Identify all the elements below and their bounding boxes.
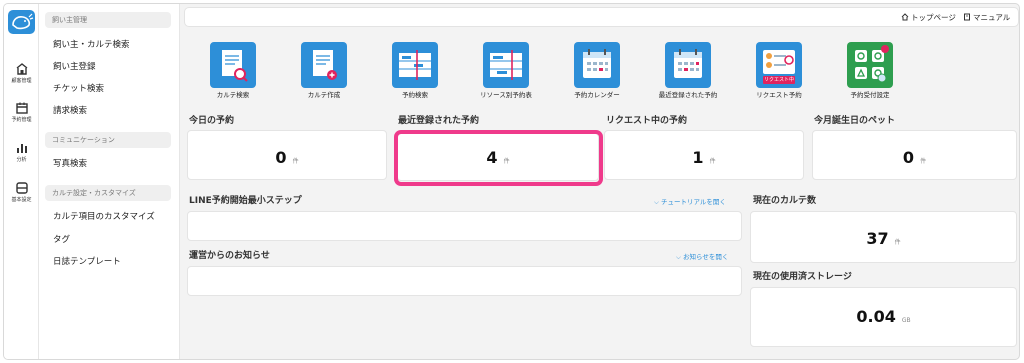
rail-label: 分析	[16, 157, 27, 163]
menu-photo-search[interactable]: 写真検索	[53, 159, 87, 169]
menu-invoice-search[interactable]: 請求検索	[53, 106, 87, 116]
requesting-reservations-title: リクエスト中の予約	[606, 116, 688, 126]
menu-karte-customize[interactable]: カルテ項目のカスタマイズ	[53, 212, 155, 222]
menu-owner-karte-search[interactable]: 飼い主・カルテ検索	[53, 40, 130, 50]
section-karte-settings: カルテ設定・カスタマイズ	[45, 185, 171, 201]
tile-label: 予約受付設定	[850, 91, 890, 99]
notice-panel	[187, 266, 742, 296]
stat-number: 0.04	[856, 307, 896, 326]
tile-resource-schedule[interactable]: リソース別予約表	[473, 42, 539, 99]
bar-chart-icon	[16, 144, 27, 153]
stat-value: 0.04 GB	[751, 307, 1016, 326]
tile-karte-create[interactable]: カルテ作成	[291, 42, 357, 99]
manual-link[interactable]: マニュアル	[963, 13, 1010, 23]
dog-house-icon	[16, 63, 27, 75]
karte-create-icon	[301, 42, 347, 88]
tile-label: 予約検索	[402, 91, 428, 99]
menu-journal-template[interactable]: 日誌テンプレート	[53, 257, 121, 267]
book-icon	[964, 13, 970, 21]
today-reservations-card[interactable]: 0件	[187, 130, 387, 180]
rail-item-customers[interactable]: 顧客管理	[4, 62, 39, 85]
open-notices-link[interactable]: ⌵ お知らせを開く	[676, 253, 728, 261]
stat-value: 37 件	[751, 229, 1016, 248]
tile-label: 予約カレンダー	[574, 91, 620, 99]
rail-label: 顧客管理	[11, 78, 32, 84]
stat-value: 0件	[188, 148, 386, 167]
karte-count-card[interactable]: 37 件	[750, 211, 1017, 263]
notice-panel-title: 運営からのお知らせ	[189, 251, 270, 261]
tile-reservation-calendar[interactable]: 予約カレンダー	[564, 42, 630, 99]
open-notices-link-label: お知らせを開く	[683, 253, 729, 261]
stat-unit: 件	[894, 239, 901, 246]
menu-tags[interactable]: タグ	[53, 235, 70, 245]
birthday-pets-title: 今月誕生日のペット	[814, 116, 896, 126]
tile-label: カルテ作成	[307, 91, 341, 99]
today-reservations-title: 今日の予約	[189, 116, 235, 126]
stat-number: 0	[902, 148, 915, 167]
stat-unit: GB	[901, 317, 911, 324]
top-page-label: トップページ	[911, 13, 956, 22]
app-logo-icon[interactable]	[8, 10, 35, 34]
stat-unit: 件	[709, 158, 716, 165]
tutorial-link-label: チュートリアルを開く	[661, 198, 726, 206]
tile-label: リクエスト予約	[756, 91, 802, 99]
rail-item-settings[interactable]: 基本設定	[4, 181, 39, 204]
section-communication: コミュニケーション	[45, 132, 171, 148]
tile-request-reservation[interactable]: リクエスト中 リクエスト予約	[746, 42, 812, 99]
section-owner-management: 飼い主管理	[45, 12, 171, 28]
tutorial-link[interactable]: ⌵ チュートリアルを開く	[654, 198, 726, 206]
resource-schedule-icon	[483, 42, 529, 88]
stat-number: 0	[275, 148, 287, 167]
stat-value: 1件	[605, 148, 803, 167]
stat-unit: 件	[292, 158, 299, 165]
menu-owner-register[interactable]: 飼い主登録	[53, 62, 96, 72]
highlight-frame	[394, 130, 603, 186]
calendar-icon	[15, 102, 28, 114]
sidebar: 飼い主管理 飼い主・カルテ検索 飼い主登録 チケット検索 請求検索 コミュニケー…	[39, 4, 180, 359]
database-icon	[15, 182, 28, 194]
icon-rail: 顧客管理 予約管理 分析 基本設定	[4, 4, 39, 359]
tile-label: カルテ検索	[216, 91, 250, 99]
stat-value: 0件	[813, 148, 1016, 167]
manual-label: マニュアル	[973, 13, 1011, 22]
karte-count-title: 現在のカルテ数	[753, 196, 817, 206]
menu-ticket-search[interactable]: チケット検索	[53, 84, 104, 94]
tile-reservation-search[interactable]: 予約検索	[382, 42, 448, 99]
rail-item-reservations[interactable]: 予約管理	[4, 101, 39, 124]
rail-label: 基本設定	[11, 197, 32, 203]
stat-unit: 件	[920, 158, 927, 165]
requesting-reservations-card[interactable]: 1件	[604, 130, 804, 180]
tile-reservation-settings[interactable]: 予約受付設定	[837, 42, 903, 99]
rail-item-analysis[interactable]: 分析	[4, 141, 39, 164]
recent-reservations-title: 最近登録された予約	[398, 116, 480, 126]
tile-label: 最近登録された予約	[658, 91, 718, 99]
stat-number: 37	[866, 229, 889, 248]
request-reservation-icon: リクエスト中	[756, 42, 802, 88]
birthday-pets-card[interactable]: 0件	[812, 130, 1017, 180]
line-panel	[187, 211, 742, 241]
home-icon	[901, 13, 909, 21]
tile-recent-reservations[interactable]: 最近登録された予約	[655, 42, 721, 99]
karte-search-icon	[210, 42, 256, 88]
line-panel-title: LINE予約開始最小ステップ	[189, 196, 302, 206]
top-bar: トップページ マニュアル	[184, 7, 1019, 27]
rail-label: 予約管理	[11, 117, 32, 123]
recent-reservation-icon	[665, 42, 711, 88]
storage-card[interactable]: 0.04 GB	[750, 287, 1017, 347]
tile-label: リソース別予約表	[480, 91, 532, 99]
reservation-settings-icon	[847, 42, 893, 88]
reservation-search-icon	[392, 42, 438, 88]
tile-karte-search[interactable]: カルテ検索	[200, 42, 266, 99]
stat-number: 1	[692, 148, 704, 167]
request-badge: リクエスト中	[763, 77, 794, 83]
storage-title: 現在の使用済ストレージ	[753, 272, 852, 282]
top-page-link[interactable]: トップページ	[901, 13, 956, 23]
calendar-icon	[574, 42, 620, 88]
app-window: 顧客管理 予約管理 分析 基本設定 飼い主管理 飼い主・カルテ検索 飼い主登録 …	[3, 3, 1020, 360]
